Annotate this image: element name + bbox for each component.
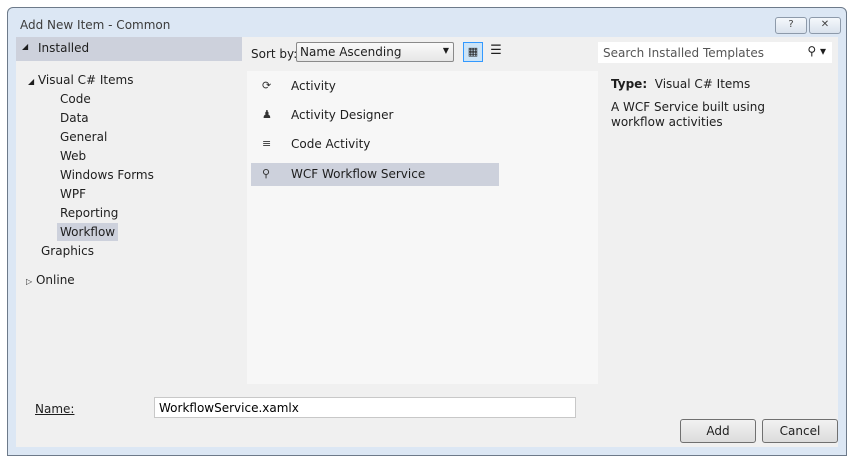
close-button[interactable]: ✕: [809, 17, 841, 34]
template-description: A WCF Service built using workflow activ…: [611, 100, 765, 129]
dialog-title: Add New Item - Common: [20, 18, 171, 32]
expand-icon: ◢: [22, 42, 29, 51]
installed-label: Installed: [38, 41, 90, 55]
tree-label: Visual C# Items: [37, 73, 134, 87]
medium-icons-view-button[interactable]: ▦: [463, 42, 483, 62]
tree-item-wpf[interactable]: WPF: [60, 187, 86, 201]
dialog-content: ◢ Installed ◢ Visual C# Items Code Data …: [16, 37, 838, 447]
tree-item-general[interactable]: General: [60, 130, 107, 144]
template-activity[interactable]: ⟳ Activity: [251, 75, 499, 97]
sort-value: Name Ascending: [300, 45, 402, 59]
template-label: Activity: [291, 79, 336, 93]
template-list: ⟳ Activity ♟ Activity Designer ≡ Code Activ…: [247, 71, 598, 384]
tree-label: Online: [35, 273, 75, 287]
tree-item-code[interactable]: Code: [60, 92, 91, 106]
help-button[interactable]: ?: [775, 17, 807, 34]
template-activity-designer[interactable]: ♟ Activity Designer: [251, 104, 499, 126]
tree-item-workflow[interactable]: Workflow: [57, 223, 119, 241]
search-icon[interactable]: ⚲ ▾: [807, 44, 826, 58]
cancel-button[interactable]: Cancel: [762, 419, 838, 443]
sort-label: Sort by:: [251, 47, 298, 61]
list-view-button[interactable]: ☰: [487, 42, 505, 60]
chevron-down-icon: ▼: [442, 46, 449, 55]
tree-item-data[interactable]: Data: [60, 111, 89, 125]
tree-item-windows-forms[interactable]: Windows Forms: [60, 168, 154, 182]
tree-item-web[interactable]: Web: [60, 149, 86, 163]
name-label: Name:: [35, 402, 75, 416]
add-button[interactable]: Add: [680, 419, 756, 443]
search-box[interactable]: Search Installed Templates ⚲ ▾: [598, 42, 832, 63]
tree-online[interactable]: ▷ Online: [26, 273, 75, 287]
expand-icon: ◢: [28, 77, 35, 86]
collapsed-icon: ▷: [26, 277, 33, 286]
sort-dropdown[interactable]: Name Ascending ▼: [296, 42, 454, 62]
dialog-window: Add New Item - Common ? ✕ ◢ Installed ◢ …: [7, 7, 847, 456]
template-code-activity[interactable]: ≡ Code Activity: [251, 133, 499, 155]
template-label: Code Activity: [291, 137, 371, 151]
wcf-service-icon: ⚲: [262, 167, 271, 180]
search-placeholder: Search Installed Templates: [603, 46, 764, 60]
tree-visual-cs[interactable]: ◢ Visual C# Items: [28, 73, 133, 87]
details-panel: Search Installed Templates ⚲ ▾ Type: Vis…: [598, 37, 838, 384]
template-wcf-workflow-service[interactable]: ⚲ WCF Workflow Service: [251, 163, 499, 186]
template-label: Activity Designer: [291, 108, 394, 122]
activity-icon: ⟳: [262, 79, 272, 92]
activity-designer-icon: ♟: [262, 108, 272, 121]
code-activity-icon: ≡: [262, 137, 272, 150]
tree-item-reporting[interactable]: Reporting: [60, 206, 118, 220]
tree-item-graphics[interactable]: Graphics: [41, 244, 94, 258]
type-label: Type:: [611, 77, 648, 91]
name-input[interactable]: [154, 397, 576, 418]
tree-installed[interactable]: ◢ Installed: [16, 37, 242, 61]
template-label: WCF Workflow Service: [291, 167, 426, 181]
type-value: Visual C# Items: [654, 77, 751, 91]
